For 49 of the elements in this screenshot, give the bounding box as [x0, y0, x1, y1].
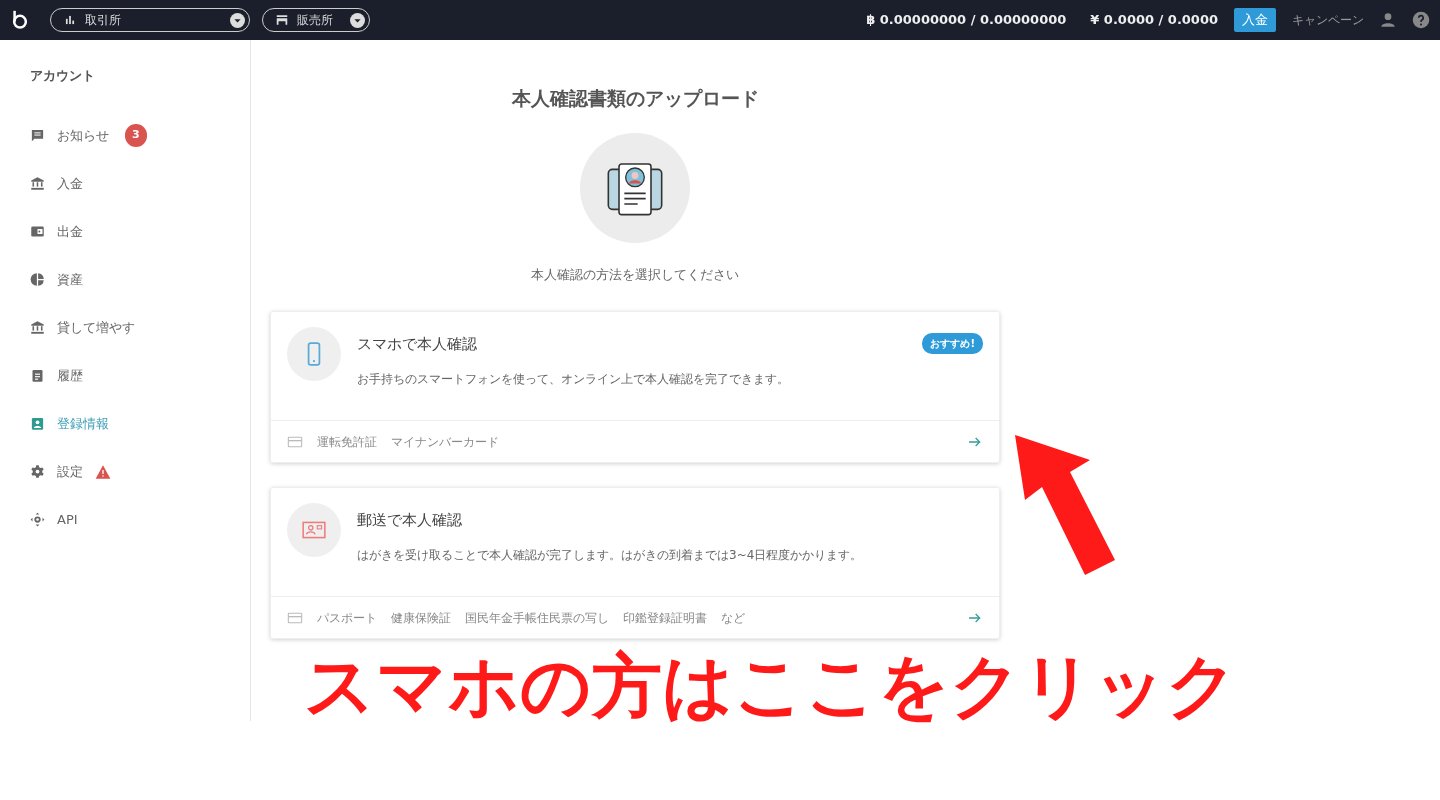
- user-icon[interactable]: [1380, 12, 1396, 28]
- method-card[interactable]: 郵送で本人確認 はがきを受け取ることで本人確認が完了します。はがきの到着までは3~4日程度かかります。 パスポート 健康保険証 国民年金手帳住民票の写し 印鑑登録証明書 など: [270, 487, 1000, 639]
- bank-icon: [30, 176, 45, 191]
- store-icon: [275, 13, 289, 27]
- sidebar-item[interactable]: 履歴: [30, 351, 250, 400]
- sidebar-heading: アカウント: [30, 67, 96, 85]
- campaign-link[interactable]: キャンペーン: [1292, 11, 1364, 29]
- btc-balance: ฿ 0.00000000 / 0.00000000: [866, 11, 1067, 30]
- bank-icon: [30, 320, 45, 335]
- document-type: 印鑑登録証明書: [623, 609, 707, 627]
- page-title: 本人確認書類のアップロード: [510, 86, 760, 111]
- message-icon: [30, 128, 45, 143]
- sidebar-item[interactable]: 登録情報: [30, 399, 250, 448]
- document-type: パスポート: [317, 609, 377, 627]
- dropdown-icon: [230, 12, 245, 28]
- sidebar-item[interactable]: 設定: [30, 447, 250, 496]
- notification-badge: 3: [125, 124, 147, 147]
- sidebar-item[interactable]: 資産: [30, 255, 250, 304]
- sidebar-item[interactable]: 貸して増やす: [30, 303, 250, 352]
- method-title: スマホで本人確認: [357, 334, 477, 355]
- sidebar-item[interactable]: API: [30, 495, 250, 544]
- select-label: 販売所: [297, 12, 334, 29]
- document-type: 運転免許証: [317, 433, 377, 451]
- logo-icon: [10, 10, 30, 30]
- method-card[interactable]: スマホで本人確認 おすすめ! お手持ちのスマートフォンを使って、オンライン上で本人確認を完了できます。 運転免許証 マイナンバーカード: [270, 311, 1000, 463]
- help-icon[interactable]: [1412, 11, 1430, 29]
- document-type: マイナンバーカード: [391, 433, 499, 451]
- instruction-text: 本人確認の方法を選択してください: [530, 265, 740, 284]
- wallet-icon: [30, 224, 45, 239]
- jpy-balance: ¥ 0.0000 / 0.0000: [1090, 11, 1218, 30]
- recommended-tag: おすすめ!: [922, 333, 983, 354]
- select-label: 取引所: [85, 12, 122, 29]
- annotation-text: スマホの方はここをクリック: [304, 644, 1238, 729]
- pie-chart-icon: [30, 272, 45, 287]
- method-description: お手持ちのスマートフォンを使って、オンライン上で本人確認を完了できます。: [357, 370, 790, 388]
- method-title: 郵送で本人確認: [357, 510, 462, 531]
- method-description: はがきを受け取ることで本人確認が完了します。はがきの到着までは3~4日程度かかります。: [357, 546, 864, 564]
- dropdown-icon: [350, 12, 365, 28]
- settings-icon: [30, 464, 45, 479]
- contact-card-icon: [30, 416, 45, 431]
- sidebar-item[interactable]: 入金: [30, 159, 250, 208]
- sidebar-item[interactable]: 出金: [30, 207, 250, 256]
- clipboard-icon: [30, 368, 45, 383]
- sidebar-item[interactable]: お知らせ 3: [30, 111, 250, 160]
- api-icon: [30, 512, 45, 527]
- bar-chart-icon: [63, 13, 77, 27]
- document-type: 健康保険証: [391, 609, 451, 627]
- document-type: 国民年金手帳住民票の写し: [465, 609, 609, 627]
- document-type: など: [721, 609, 745, 627]
